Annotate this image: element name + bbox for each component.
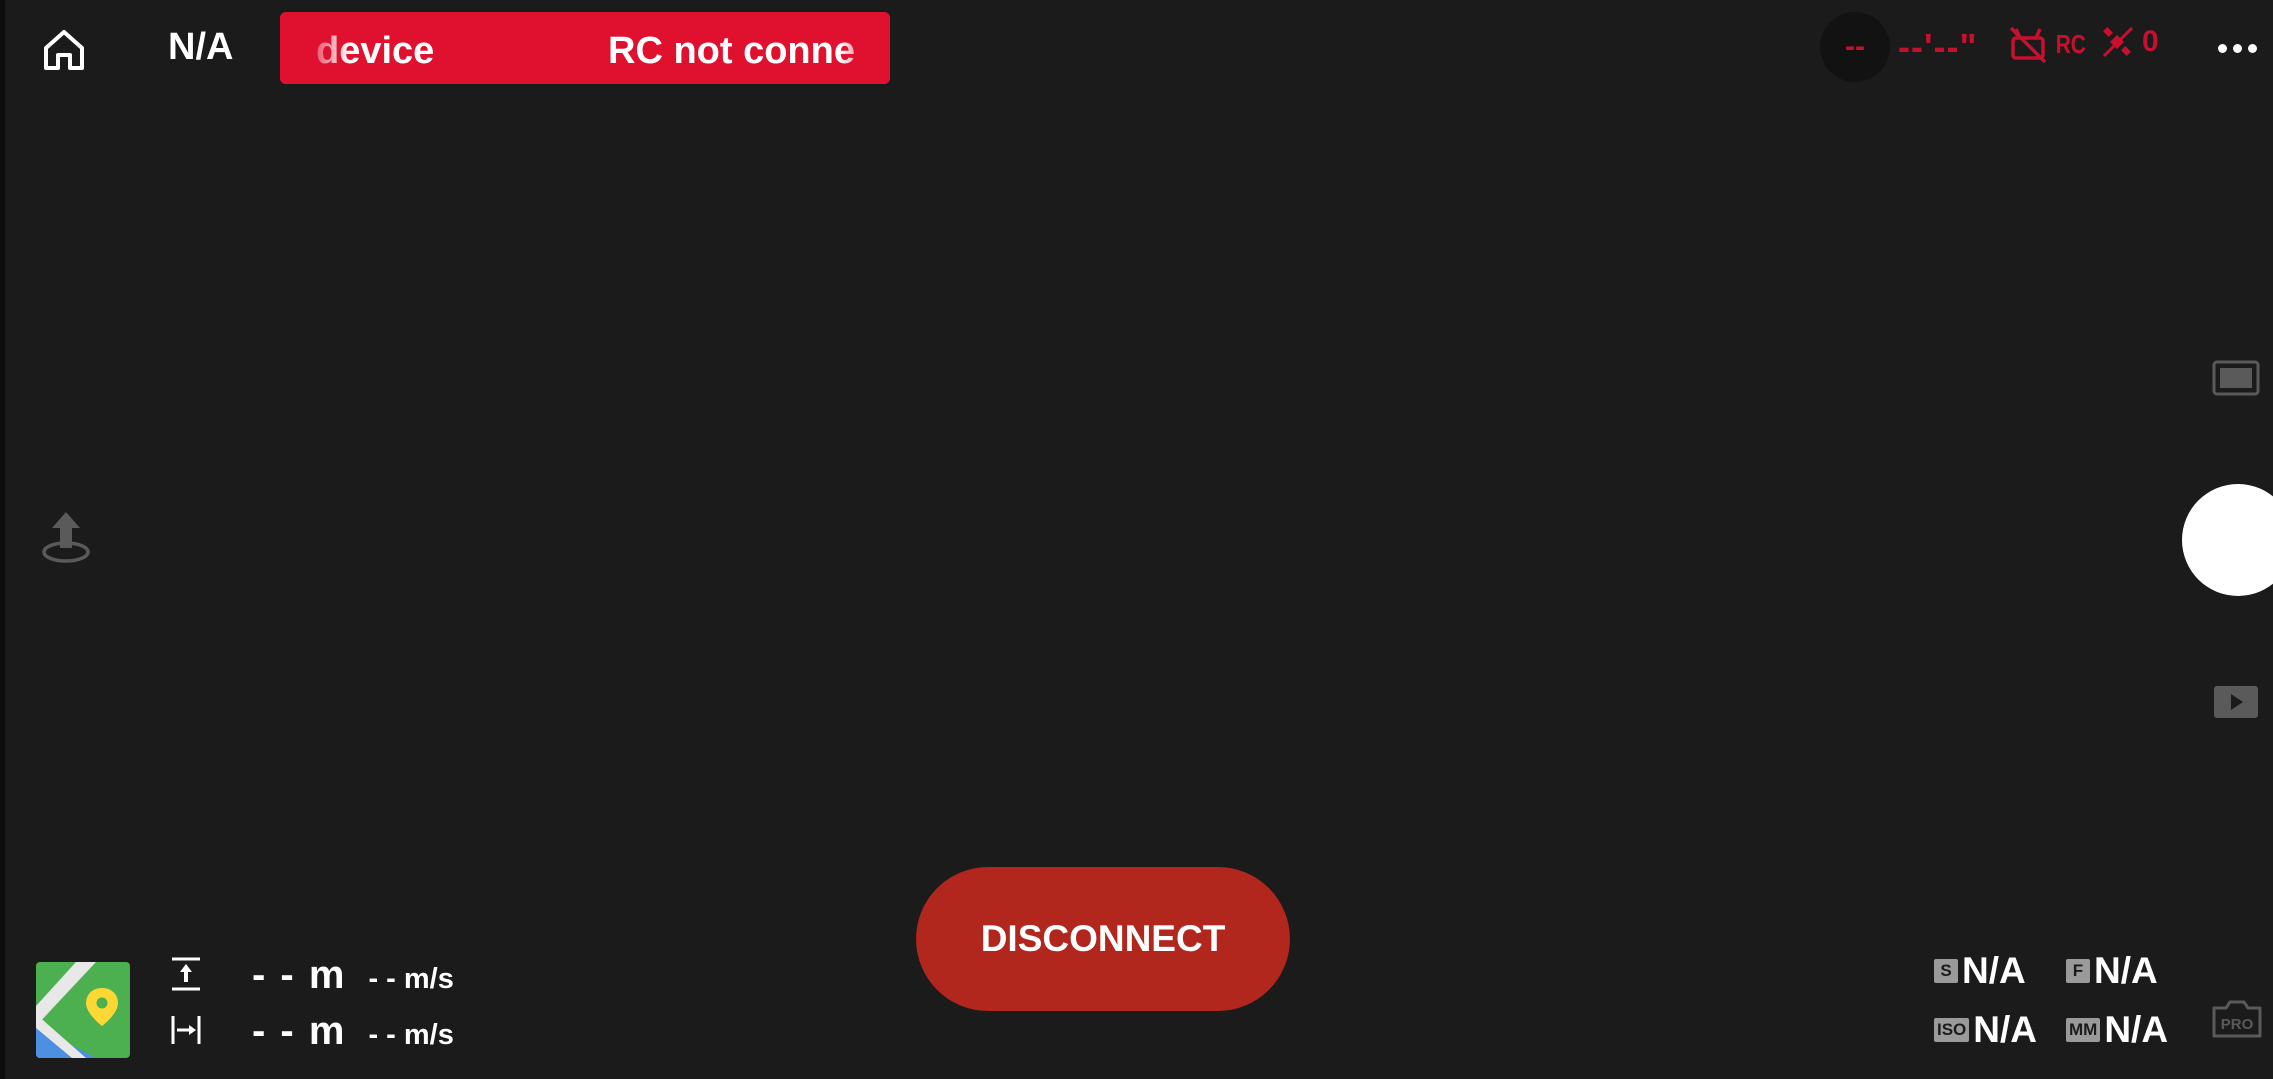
shutter-value: N/A bbox=[1962, 950, 2026, 991]
disconnect-button[interactable]: DISCONNECT bbox=[916, 867, 1290, 1011]
aperture-param[interactable]: F N/A bbox=[2066, 950, 2158, 992]
gps-status-indicator[interactable]: -- bbox=[1820, 12, 1890, 82]
aperture-tag: F bbox=[2066, 959, 2090, 983]
altitude-icon bbox=[172, 957, 200, 991]
playback-icon bbox=[2214, 686, 2258, 718]
satellite-disconnected-icon bbox=[2102, 26, 2134, 58]
iso-param[interactable]: ISO N/A bbox=[1934, 1009, 2037, 1051]
camera-pro-icon: PRO bbox=[2212, 1000, 2262, 1038]
satellite-count: 0 bbox=[2142, 25, 2159, 58]
aircraft-status-text[interactable]: N/A bbox=[168, 26, 233, 69]
distance-row: - - m - - m/s bbox=[170, 1008, 454, 1054]
horizontal-speed-value: - - m/s bbox=[368, 1019, 454, 1051]
alert-message-2: RC not conne bbox=[608, 30, 855, 72]
left-edge bbox=[0, 0, 5, 1079]
focal-tag: MM bbox=[2066, 1018, 2101, 1042]
vertical-speed-value: - - m/s bbox=[368, 963, 454, 995]
more-dot bbox=[2232, 43, 2242, 53]
iso-value: N/A bbox=[1973, 1009, 2038, 1050]
rc-disconnected-icon bbox=[2009, 26, 2047, 64]
alert-fade-right bbox=[840, 12, 890, 84]
display-mode-button[interactable] bbox=[2212, 360, 2260, 396]
more-options-button[interactable] bbox=[2214, 30, 2260, 66]
home-icon bbox=[44, 30, 84, 70]
home-button[interactable] bbox=[38, 24, 90, 76]
map-thumbnail[interactable] bbox=[36, 962, 130, 1058]
aperture-value: N/A bbox=[2094, 950, 2158, 991]
shutter-speed-param[interactable]: S N/A bbox=[1934, 950, 2026, 992]
playback-button[interactable] bbox=[2212, 684, 2260, 720]
alert-banner[interactable]: device RC not conne bbox=[280, 12, 890, 84]
altitude-value: - - m bbox=[252, 953, 347, 997]
more-dot bbox=[2247, 43, 2257, 53]
rc-label: RC bbox=[2055, 28, 2086, 59]
takeoff-icon bbox=[42, 512, 90, 563]
pro-label: PRO bbox=[2221, 1016, 2254, 1033]
camera-view-screen: N/A device RC not conne -- --'--" RC 0 D… bbox=[0, 0, 2273, 1079]
alert-fade-left bbox=[280, 12, 350, 84]
altitude-row: - - m - - m/s bbox=[170, 952, 454, 998]
rc-signal-indicator[interactable]: RC bbox=[2008, 24, 2090, 64]
focal-length-param[interactable]: MM N/A bbox=[2066, 1009, 2168, 1051]
more-dot bbox=[2217, 43, 2227, 53]
gps-value: -- bbox=[1845, 30, 1865, 63]
distance-icon bbox=[171, 1016, 201, 1044]
focal-value: N/A bbox=[2104, 1009, 2169, 1050]
shutter-tag: S bbox=[1934, 959, 1958, 983]
shutter-button[interactable] bbox=[2182, 484, 2273, 596]
iso-tag: ISO bbox=[1934, 1018, 1970, 1042]
screen-mode-icon bbox=[2212, 360, 2260, 396]
map-icon bbox=[36, 962, 130, 1058]
takeoff-button[interactable] bbox=[38, 508, 94, 564]
satellite-indicator[interactable]: 0 bbox=[2100, 24, 2159, 60]
flight-time-remaining: --'--" bbox=[1898, 26, 1978, 67]
camera-pro-settings-button[interactable]: PRO bbox=[2210, 998, 2264, 1040]
distance-value: - - m bbox=[252, 1009, 347, 1053]
